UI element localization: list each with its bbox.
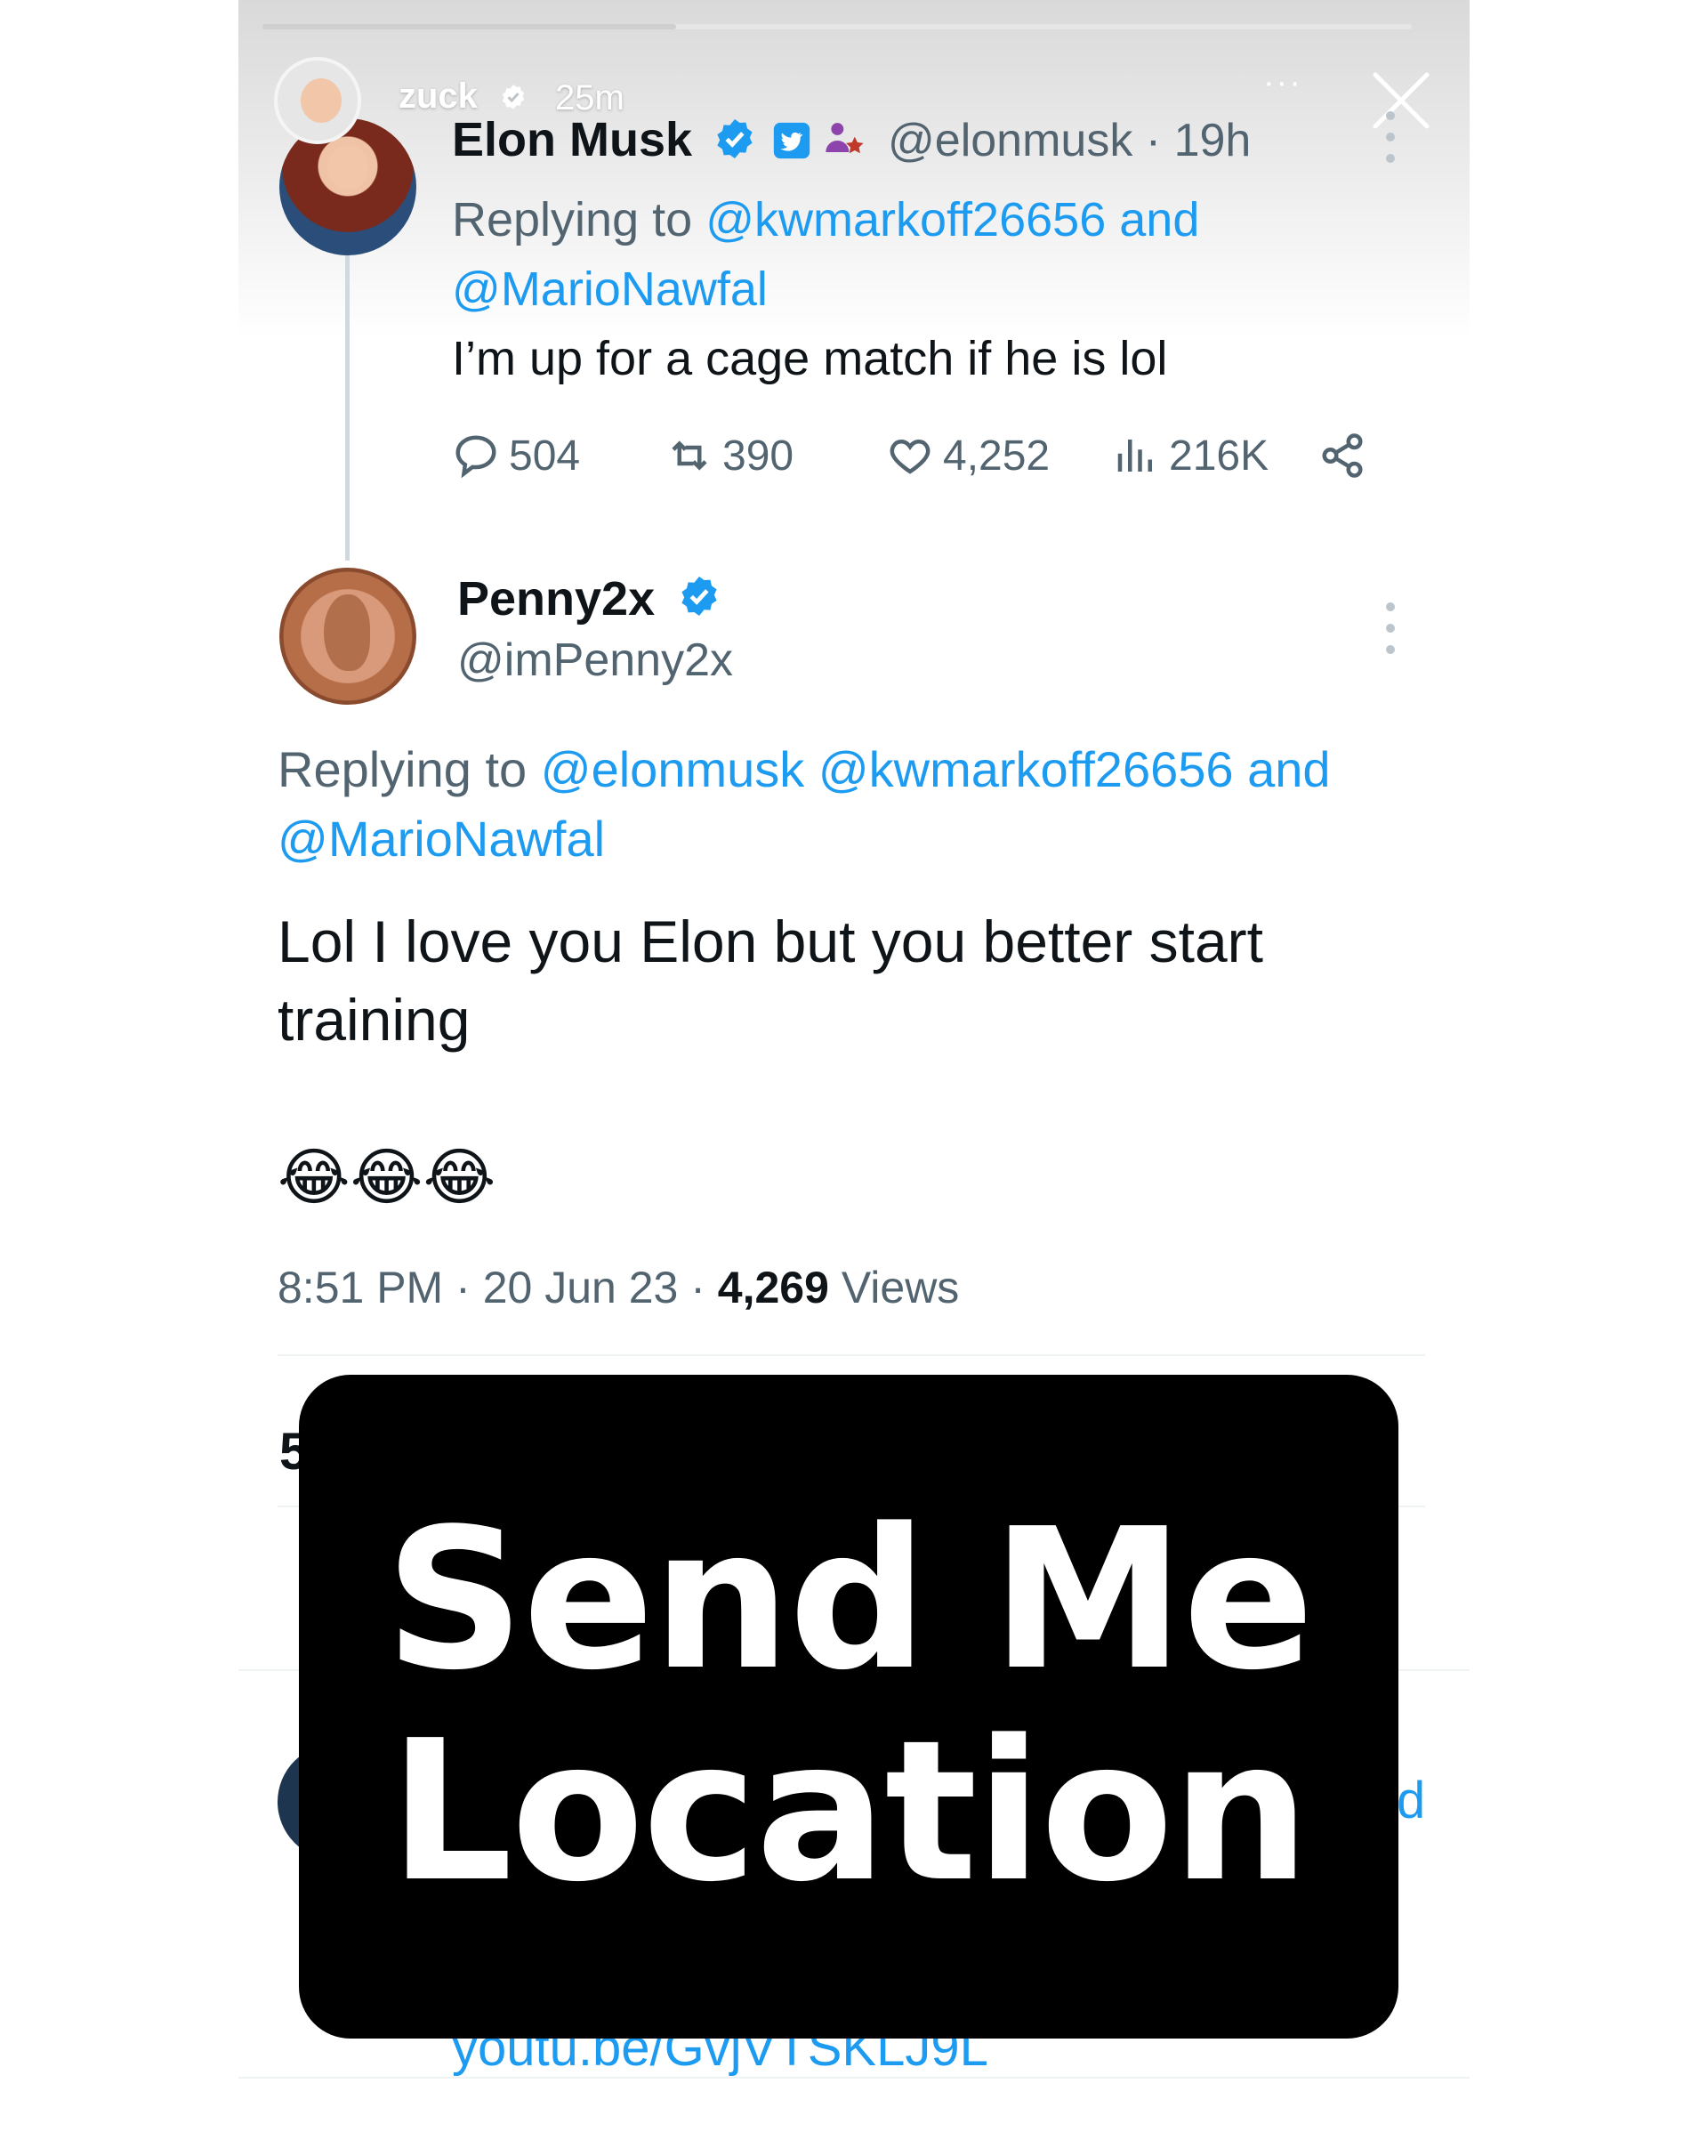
- obscured-letter: d: [1397, 1772, 1426, 1829]
- like-count: 4,252: [943, 432, 1051, 480]
- instagram-story: zuck 25m ··· Elon Musk @elonmusk · 19h R…: [238, 0, 1470, 2156]
- mention-and: and: [1119, 193, 1200, 246]
- more-vertical-icon[interactable]: [1384, 109, 1397, 166]
- like-button[interactable]: 4,252: [886, 429, 1050, 482]
- share-icon: [1322, 433, 1363, 478]
- tweet-time[interactable]: 8:51 PM: [278, 1263, 443, 1312]
- story-text-caption: Send Me Location: [299, 1375, 1398, 2039]
- tweet-date[interactable]: 20 Jun 23: [483, 1263, 679, 1312]
- views-count: 216K: [1169, 432, 1269, 480]
- tweet-views-count: 4,269: [717, 1263, 829, 1312]
- penny-text-line-1: Lol I love you Elon but you better start: [278, 908, 1263, 974]
- views-icon: [1117, 440, 1152, 472]
- tweet-views-label: Views: [841, 1263, 960, 1312]
- reply-count: 504: [509, 432, 581, 480]
- meta-separator: ·: [455, 1263, 471, 1312]
- mention-kwmarkoff[interactable]: @kwmarkoff26656: [705, 193, 1106, 246]
- elon-replying-to: Replying to @kwmarkoff26656 and @MarioNa…: [452, 185, 1377, 324]
- tweet-meta: 8:51 PM · 20 Jun 23 · 4,269 Views: [278, 1262, 959, 1313]
- story-username[interactable]: zuck: [399, 77, 478, 117]
- close-icon[interactable]: [1370, 69, 1432, 132]
- share-button[interactable]: [1318, 429, 1366, 482]
- elon-handle-line: @elonmusk · 19h: [888, 114, 1251, 167]
- story-verified-icon: [502, 85, 525, 109]
- replying-prefix: Replying to: [278, 741, 528, 797]
- retweet-count: 390: [722, 432, 794, 480]
- divider: [278, 1354, 1425, 1356]
- penny-avatar[interactable]: [279, 568, 416, 705]
- penny-replying-to: Replying to @elonmusk @kwmarkoff26656 an…: [278, 735, 1434, 874]
- like-icon: [890, 439, 931, 474]
- story-progress-bar: [262, 24, 1412, 29]
- affiliation-icon: [826, 123, 864, 154]
- time-separator: ·: [1145, 115, 1162, 166]
- reply-button[interactable]: 504: [452, 429, 580, 482]
- mention-kwmarkoff[interactable]: @kwmarkoff26656: [818, 741, 1234, 797]
- penny-text-line-2: training: [278, 987, 471, 1053]
- story-more-button[interactable]: ···: [1263, 64, 1302, 102]
- verified-badge-icon: [681, 577, 717, 616]
- caption-line-2: Location: [389, 1700, 1310, 1925]
- penny-tweet-text: Lol I love you Elon but you better start…: [278, 902, 1263, 1059]
- laughing-emoji: 😂😂😂: [278, 1141, 496, 1214]
- penny-display-name[interactable]: Penny2x: [457, 571, 655, 626]
- penny-handle[interactable]: @imPenny2x: [457, 634, 733, 687]
- elon-tweet-text: I’m up for a cage match if he is lol: [452, 332, 1168, 385]
- elon-handle[interactable]: @elonmusk: [888, 115, 1132, 166]
- replying-prefix: Replying to: [452, 193, 693, 246]
- mention-marionawfal[interactable]: @MarioNawfal: [278, 811, 605, 867]
- views-button[interactable]: 216K: [1112, 429, 1269, 482]
- mention-and: and: [1247, 741, 1331, 797]
- mention-elonmusk[interactable]: @elonmusk: [541, 741, 805, 797]
- elon-display-name[interactable]: Elon Musk: [452, 112, 692, 167]
- story-user-avatar[interactable]: [274, 57, 361, 144]
- more-vertical-icon[interactable]: [1384, 600, 1397, 657]
- mention-marionawfal[interactable]: @MarioNawfal: [452, 262, 768, 316]
- thread-line: [345, 240, 350, 561]
- story-progress-fill: [262, 24, 677, 29]
- verified-badge-icon: [717, 119, 753, 158]
- twitter-square-icon: [773, 122, 810, 159]
- retweet-button[interactable]: 390: [665, 429, 794, 482]
- retweet-icon: [672, 440, 707, 471]
- reply-icon: [455, 435, 496, 479]
- meta-separator: ·: [690, 1263, 705, 1312]
- caption-line-1: Send Me: [384, 1488, 1315, 1713]
- elon-time[interactable]: 19h: [1174, 115, 1252, 166]
